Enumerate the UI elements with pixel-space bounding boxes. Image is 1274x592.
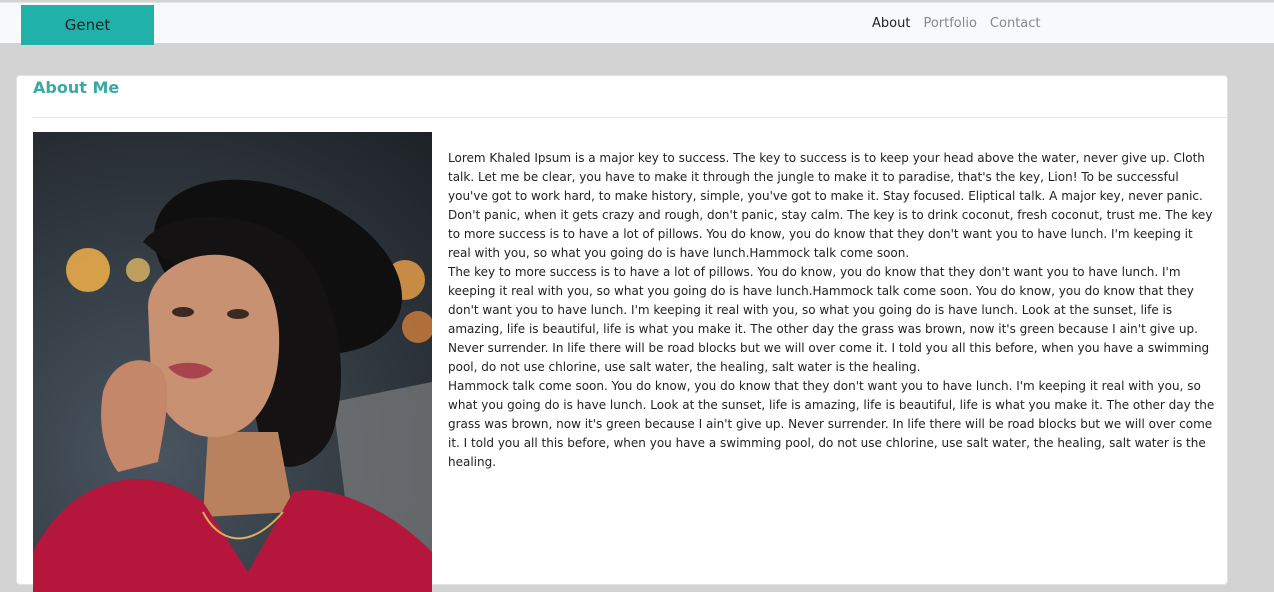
about-bio: Lorem Khaled Ipsum is a major key to suc… [448,149,1218,472]
nav-links: About Portfolio Contact [872,3,1054,44]
bio-paragraph: The key to more success is to have a lot… [448,265,1210,374]
about-card: About Me Lorem Khaled Ipsum is a major k… [16,75,1228,592]
nav-link-about[interactable]: About [872,16,910,31]
nav-link-portfolio[interactable]: Portfolio [923,16,976,31]
bio-paragraph: Lorem Khaled Ipsum is a major key to suc… [448,151,1213,260]
profile-photo [33,132,432,592]
about-title: About Me [33,78,120,97]
nav-link-contact[interactable]: Contact [990,16,1041,31]
bio-paragraph: Hammock talk come soon. You do know, you… [448,379,1215,469]
card-divider [32,117,1227,118]
top-navbar: Genet About Portfolio Contact [0,2,1274,45]
brand-logo-link[interactable]: Genet [21,5,154,45]
profile-photo-illustration [33,179,432,592]
